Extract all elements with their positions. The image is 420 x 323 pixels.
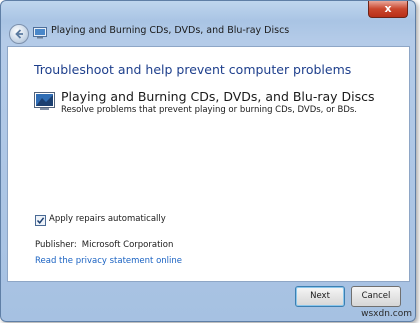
window-title: Playing and Burning CDs, DVDs, and Blu-r… bbox=[51, 25, 290, 36]
checkmark-icon bbox=[36, 217, 45, 224]
watermark: wsxdn.com bbox=[361, 309, 412, 319]
next-button[interactable]: Next bbox=[295, 286, 345, 307]
disc-drive-troubleshooter-icon bbox=[34, 92, 55, 110]
troubleshooter-title: Playing and Burning CDs, DVDs, and Blu-r… bbox=[61, 89, 375, 104]
publisher-info: Publisher: Microsoft Corporation bbox=[35, 240, 173, 250]
troubleshooter-icon bbox=[33, 27, 47, 39]
back-button[interactable] bbox=[9, 24, 29, 44]
privacy-statement-link[interactable]: Read the privacy statement online bbox=[35, 256, 182, 266]
close-button[interactable]: x bbox=[368, 1, 408, 18]
back-arrow-icon bbox=[15, 29, 23, 39]
publisher-value: Microsoft Corporation bbox=[81, 240, 174, 250]
page-heading: Troubleshoot and help prevent computer p… bbox=[34, 62, 352, 77]
troubleshooter-description: Resolve problems that prevent playing or… bbox=[61, 105, 357, 115]
publisher-label: Publisher: bbox=[35, 240, 77, 250]
apply-repairs-label[interactable]: Apply repairs automatically bbox=[49, 214, 166, 224]
button-bar: Next Cancel bbox=[7, 281, 410, 317]
apply-repairs-checkbox[interactable] bbox=[35, 215, 46, 226]
cancel-button[interactable]: Cancel bbox=[351, 286, 401, 307]
troubleshooter-window: x Playing and Burning CDs, DVDs, and Blu… bbox=[0, 0, 416, 322]
content-panel: Troubleshoot and help prevent computer p… bbox=[7, 46, 410, 282]
